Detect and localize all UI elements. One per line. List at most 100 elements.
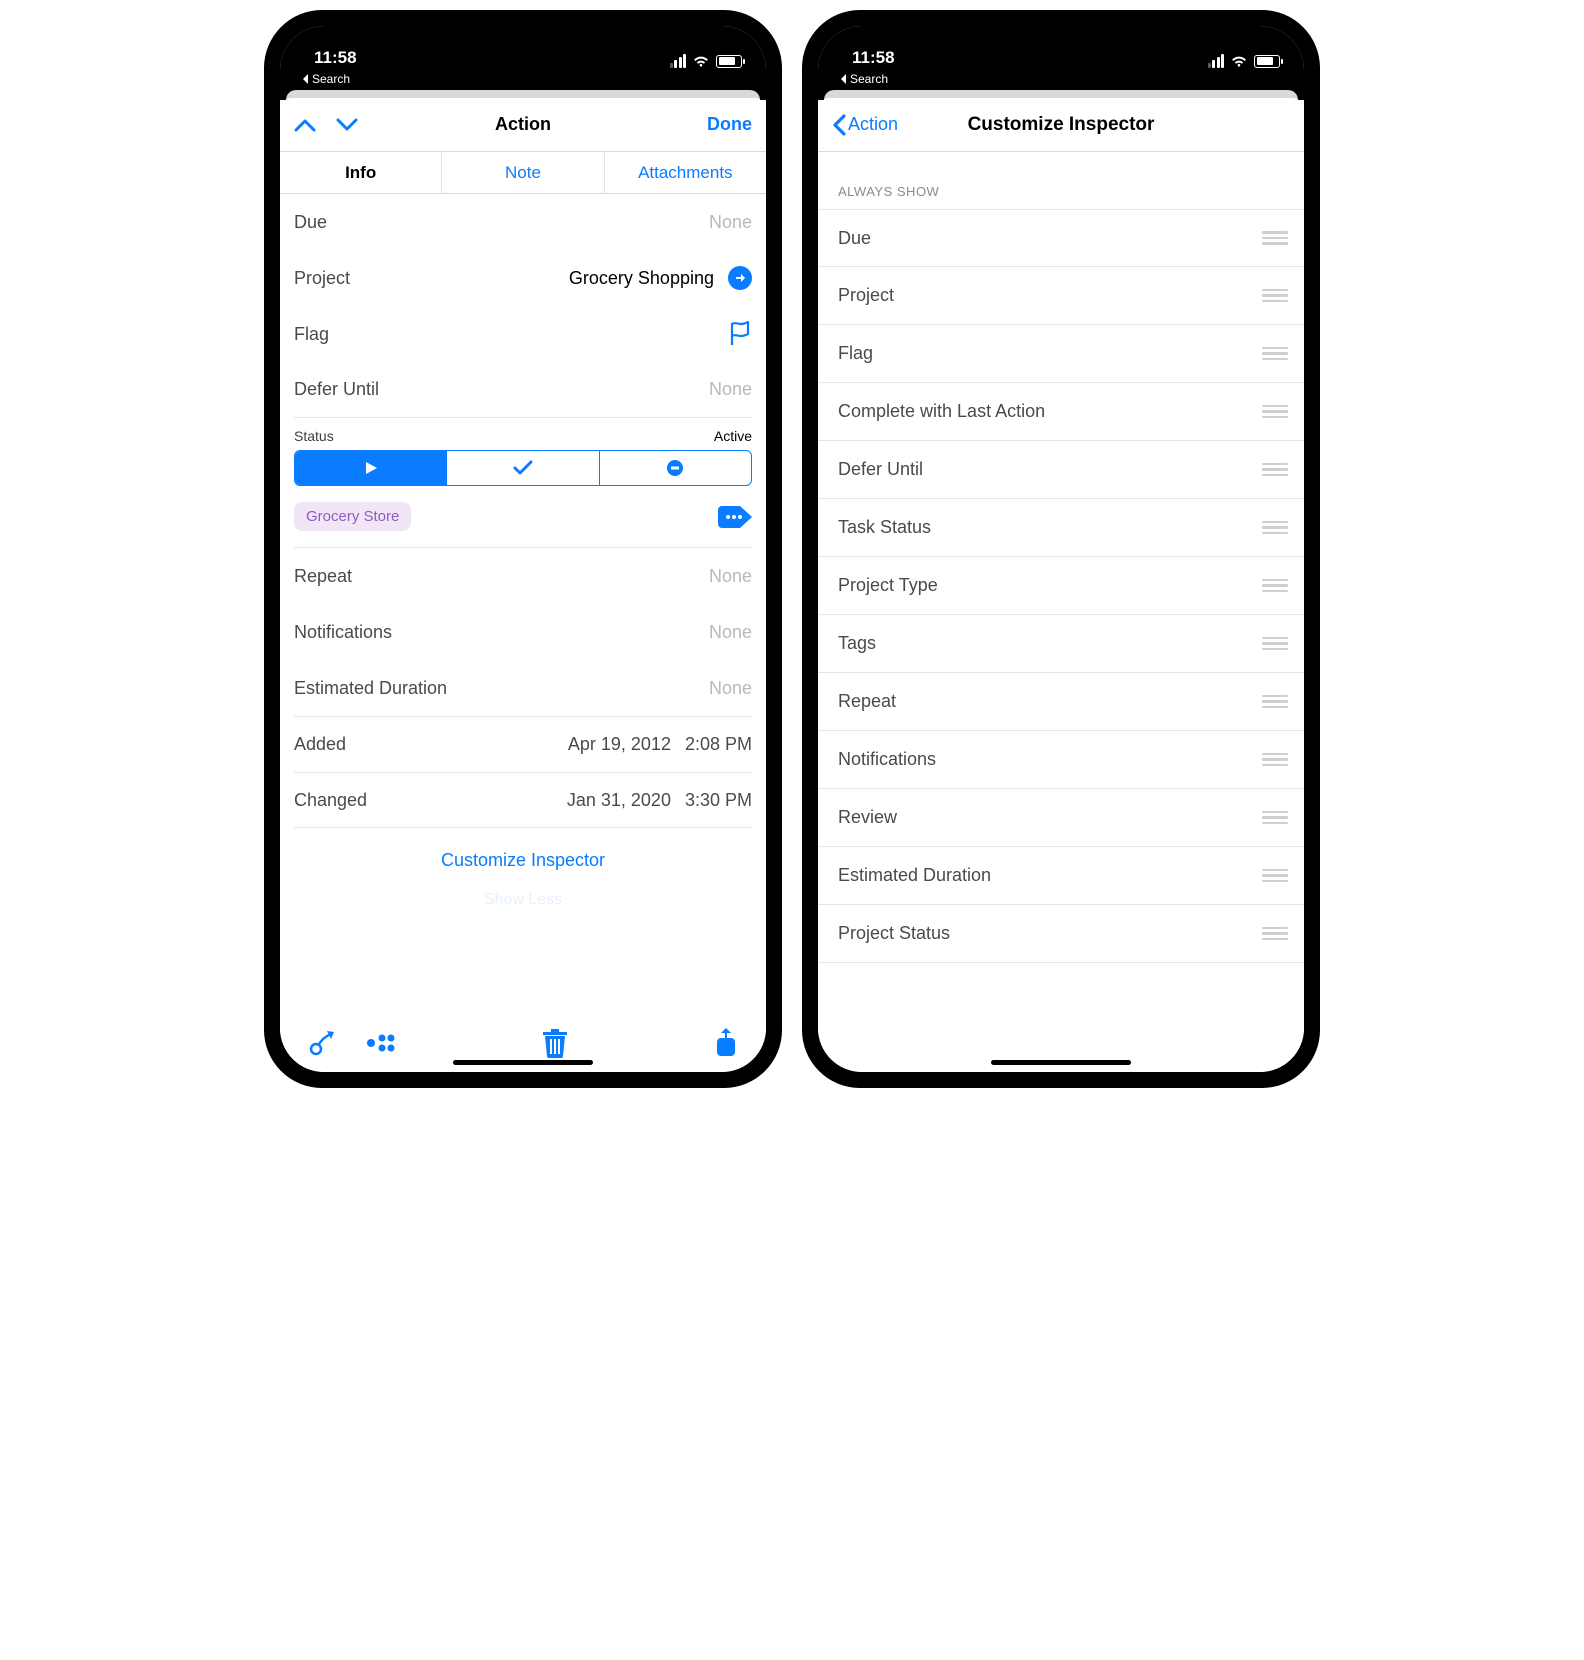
row-project[interactable]: Project Grocery Shopping [294, 250, 752, 306]
notch [961, 26, 1161, 52]
back-button[interactable]: Action [832, 114, 898, 136]
cfg-label: Tags [838, 633, 876, 654]
tab-info[interactable]: Info [280, 152, 442, 193]
notifications-label: Notifications [294, 622, 392, 643]
changed-time: 3:30 PM [685, 790, 752, 811]
cfg-label: Task Status [838, 517, 931, 538]
cfg-label: Notifications [838, 749, 936, 770]
cfg-label: Due [838, 228, 871, 249]
drag-handle-icon[interactable] [1262, 405, 1288, 419]
tag-pill[interactable]: Grocery Store [294, 502, 411, 531]
goto-project-icon[interactable] [728, 266, 752, 290]
row-flag[interactable]: Flag [294, 306, 752, 362]
row-added: Added Apr 19, 2012 2:08 PM [294, 716, 752, 772]
drag-handle-icon[interactable] [1262, 637, 1288, 651]
cfg-label: Repeat [838, 691, 896, 712]
show-less-link[interactable]: Show Less [294, 881, 752, 929]
drag-handle-icon[interactable] [1262, 811, 1288, 825]
status-completed[interactable] [447, 451, 599, 485]
convert-icon[interactable] [298, 1029, 346, 1057]
row-changed: Changed Jan 31, 2020 3:30 PM [294, 772, 752, 828]
status-time: 11:58 [314, 48, 357, 68]
cfg-label: Project Type [838, 575, 938, 596]
cfg-row-project-type[interactable]: Project Type [818, 557, 1304, 615]
changed-date: Jan 31, 2020 [567, 790, 671, 811]
status-onhold[interactable] [600, 451, 751, 485]
home-indicator[interactable] [453, 1060, 593, 1065]
done-button[interactable]: Done [707, 114, 752, 135]
drag-handle-icon[interactable] [1262, 753, 1288, 767]
defer-value: None [709, 379, 752, 400]
phone-left: 11:58 Search [264, 10, 782, 1088]
notch [423, 26, 623, 52]
row-tags[interactable]: Grocery Store [294, 496, 752, 548]
cfg-row-review[interactable]: Review [818, 789, 1304, 847]
tab-note[interactable]: Note [442, 152, 604, 193]
added-date: Apr 19, 2012 [568, 734, 671, 755]
defer-label: Defer Until [294, 379, 379, 400]
battery-icon [716, 55, 742, 68]
tab-attachments[interactable]: Attachments [605, 152, 766, 193]
cfg-row-project[interactable]: Project [818, 267, 1304, 325]
tags-more-icon[interactable] [718, 506, 752, 528]
changed-label: Changed [294, 790, 367, 811]
config-list: Due Project Flag Complete with Last Acti… [818, 209, 1304, 963]
cfg-label: Complete with Last Action [838, 401, 1045, 422]
cfg-row-task-status[interactable]: Task Status [818, 499, 1304, 557]
navbar: Action Customize Inspector [818, 98, 1304, 152]
cfg-label: Project Status [838, 923, 950, 944]
due-label: Due [294, 212, 327, 233]
added-time: 2:08 PM [685, 734, 752, 755]
status-active[interactable] [295, 451, 447, 485]
trash-icon[interactable] [532, 1028, 578, 1058]
row-due[interactable]: Due None [294, 194, 752, 250]
breadcrumb-label: Search [850, 72, 888, 86]
cfg-row-estimated[interactable]: Estimated Duration [818, 847, 1304, 905]
row-estimated[interactable]: Estimated Duration None [294, 660, 752, 716]
drag-handle-icon[interactable] [1262, 289, 1288, 303]
flag-icon[interactable] [728, 321, 752, 347]
drag-handle-icon[interactable] [1262, 521, 1288, 535]
breadcrumb-back[interactable]: Search [818, 70, 1304, 90]
drag-handle-icon[interactable] [1262, 695, 1288, 709]
drag-handle-icon[interactable] [1262, 347, 1288, 361]
cfg-row-tags[interactable]: Tags [818, 615, 1304, 673]
cfg-label: Defer Until [838, 459, 923, 480]
estimated-label: Estimated Duration [294, 678, 447, 699]
drag-handle-icon[interactable] [1262, 231, 1288, 245]
row-notifications[interactable]: Notifications None [294, 604, 752, 660]
cfg-row-flag[interactable]: Flag [818, 325, 1304, 383]
drag-handle-icon[interactable] [1262, 869, 1288, 883]
drag-handle-icon[interactable] [1262, 927, 1288, 941]
cellular-icon [670, 54, 687, 68]
status-label: Status [294, 428, 334, 444]
wifi-icon [1230, 54, 1248, 68]
breadcrumb-label: Search [312, 72, 350, 86]
share-icon[interactable] [704, 1028, 748, 1058]
page-title: Customize Inspector [968, 114, 1155, 136]
cfg-label: Review [838, 807, 897, 828]
customize-inspector-link[interactable]: Customize Inspector [294, 828, 752, 881]
next-item-button[interactable] [336, 118, 358, 132]
due-value: None [709, 212, 752, 233]
notifications-value: None [709, 622, 752, 643]
row-defer[interactable]: Defer Until None [294, 362, 752, 418]
cfg-row-complete-last[interactable]: Complete with Last Action [818, 383, 1304, 441]
flag-label: Flag [294, 324, 329, 345]
drag-handle-icon[interactable] [1262, 579, 1288, 593]
cfg-label: Estimated Duration [838, 865, 991, 886]
cfg-row-repeat[interactable]: Repeat [818, 673, 1304, 731]
added-label: Added [294, 734, 346, 755]
drag-handle-icon[interactable] [1262, 463, 1288, 477]
status-header: Status Active [294, 418, 752, 444]
prev-item-button[interactable] [294, 118, 316, 132]
home-indicator[interactable] [991, 1060, 1131, 1065]
row-repeat[interactable]: Repeat None [294, 548, 752, 604]
cfg-row-due[interactable]: Due [818, 209, 1304, 267]
project-value: Grocery Shopping [569, 268, 714, 289]
cfg-row-notifications[interactable]: Notifications [818, 731, 1304, 789]
cfg-row-project-status[interactable]: Project Status [818, 905, 1304, 963]
breadcrumb-back[interactable]: Search [280, 70, 766, 90]
cfg-row-defer[interactable]: Defer Until [818, 441, 1304, 499]
dots-grid-icon[interactable] [356, 1033, 406, 1053]
